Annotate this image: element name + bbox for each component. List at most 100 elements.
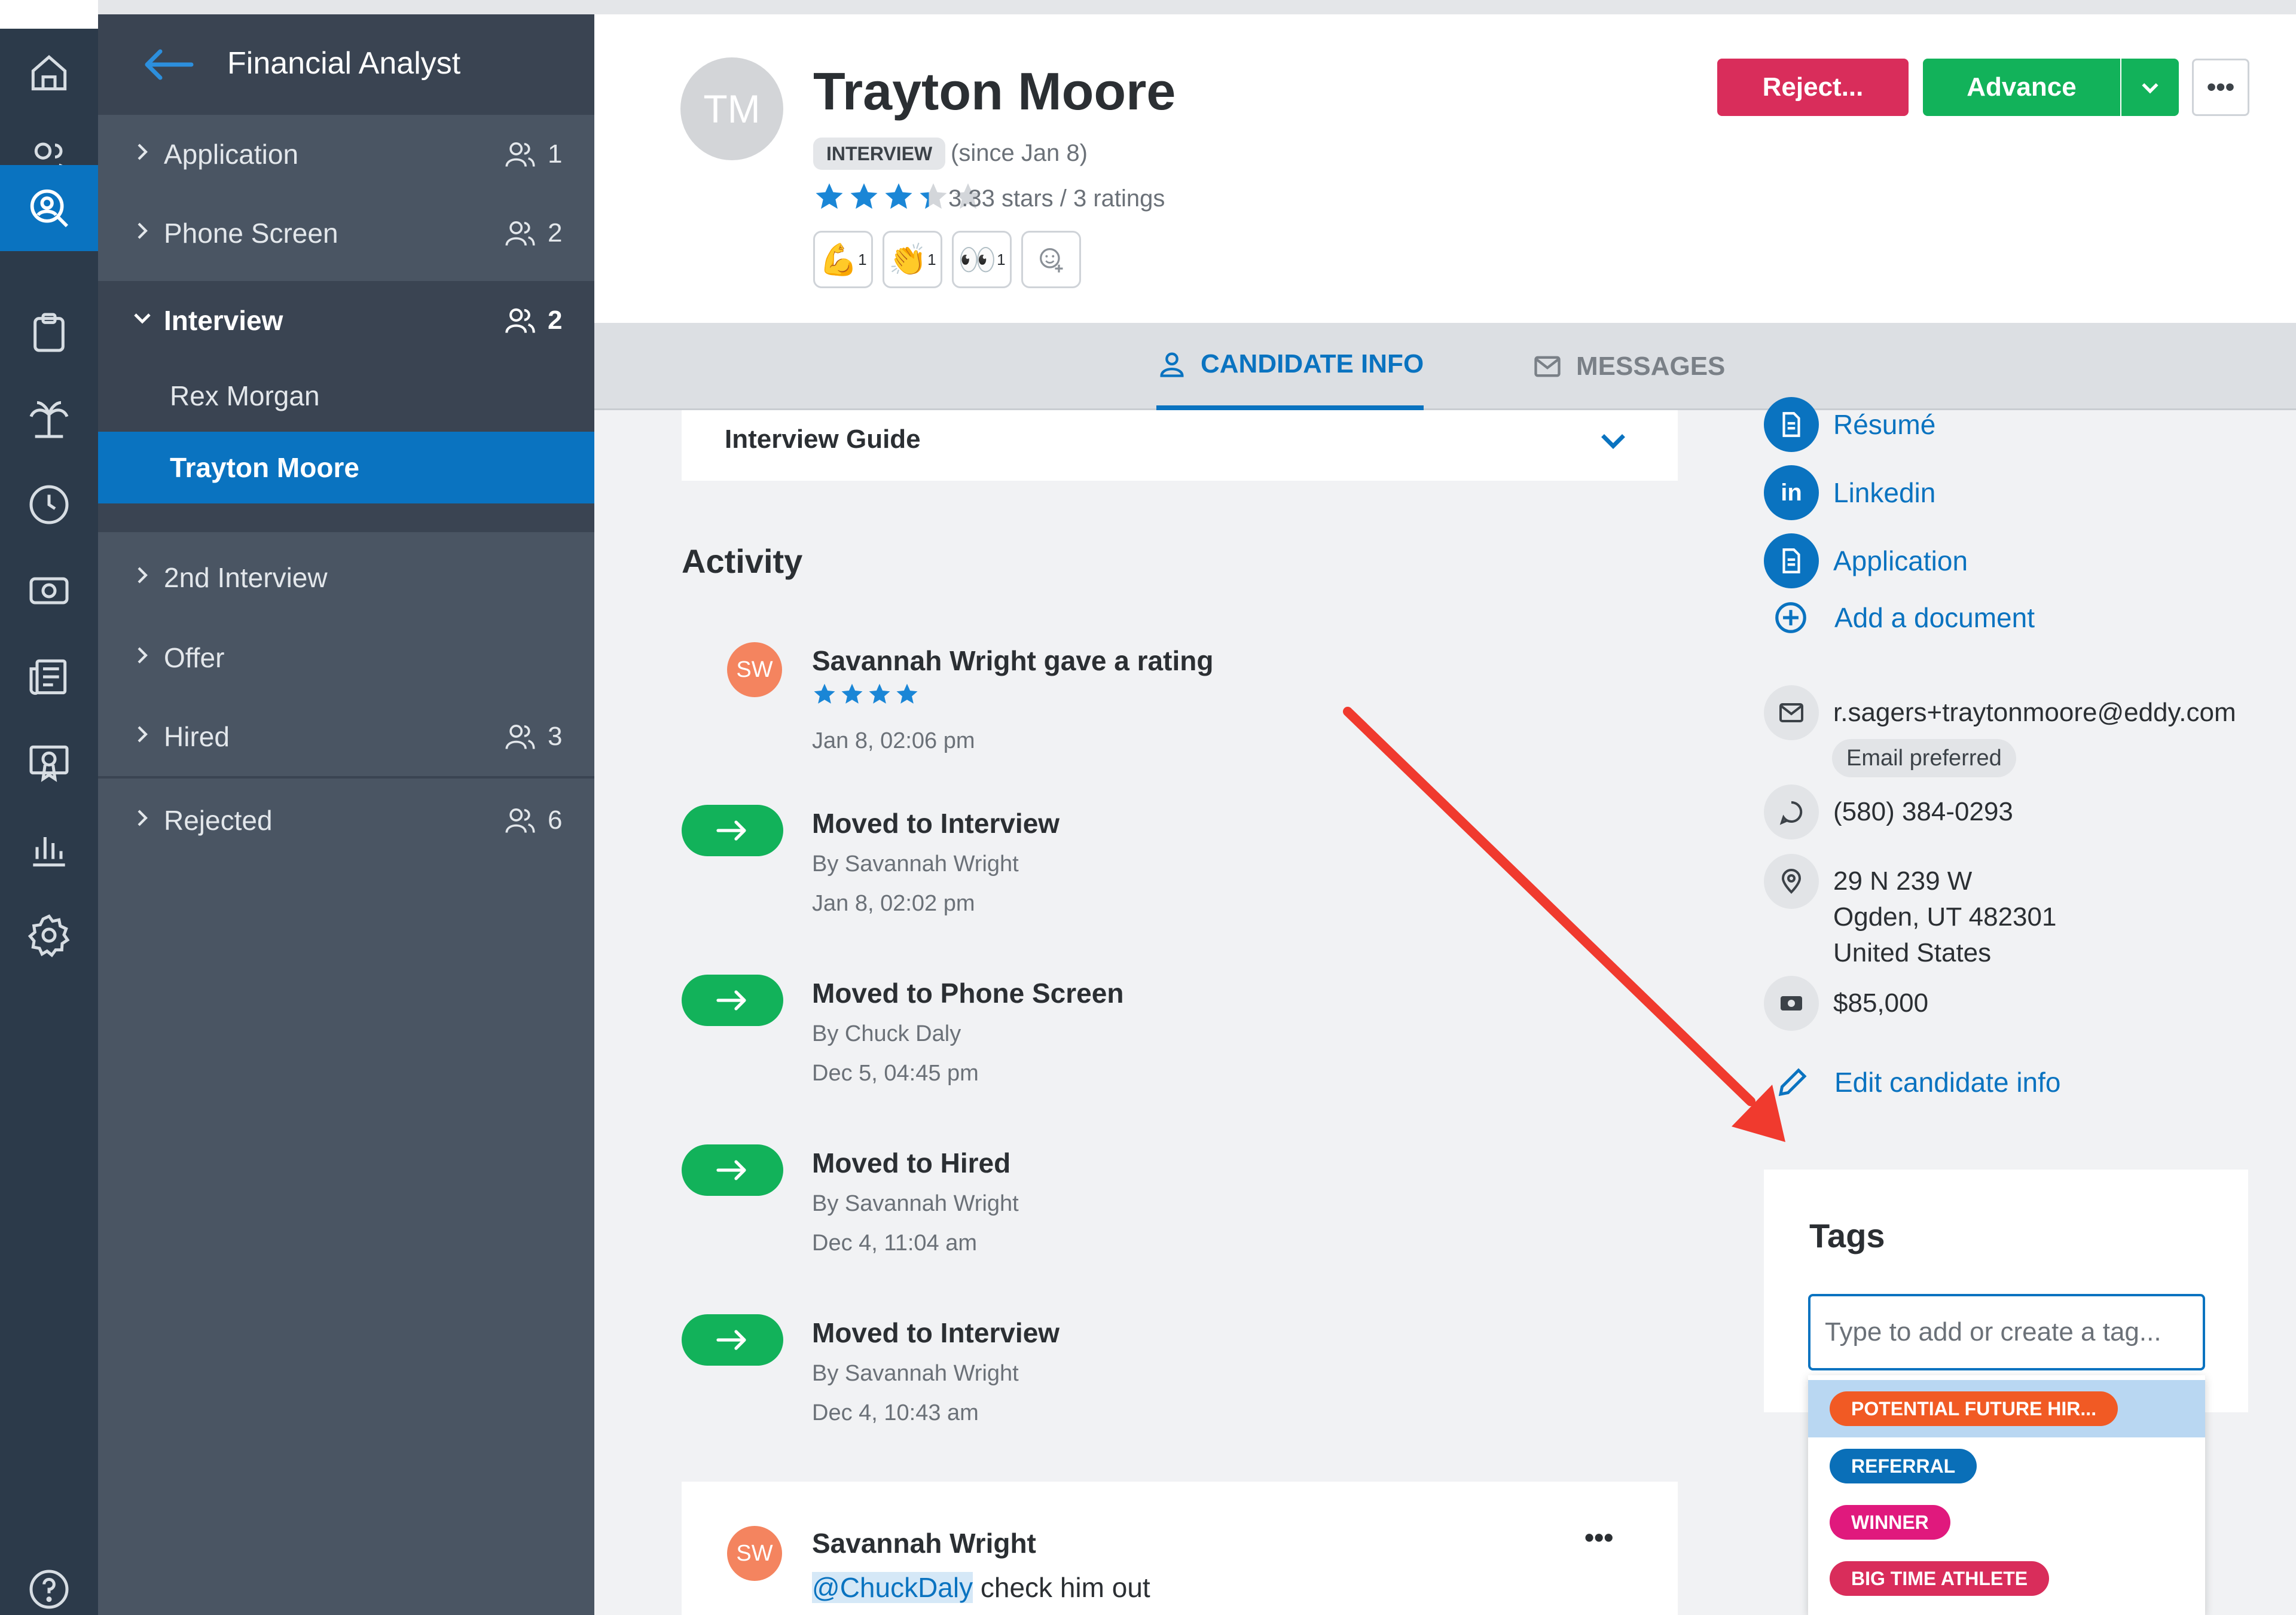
candidate-address: 29 N 239 W Ogden, UT 482301 United State…: [1833, 854, 2056, 971]
tag-pill: POTENTIAL FUTURE HIR...: [1830, 1391, 2118, 1426]
move-arrow-pill: [682, 805, 783, 856]
stage-label: Application: [164, 139, 299, 170]
money-icon[interactable]: [0, 548, 98, 634]
activity-timestamp: Jan 8, 02:06 pm: [812, 728, 975, 753]
candidate-phone[interactable]: (580) 384-0293: [1833, 784, 2013, 839]
award-icon[interactable]: [0, 720, 98, 806]
interview-guide-panel[interactable]: Interview Guide: [682, 410, 1678, 481]
arrow-right-icon: [716, 820, 746, 841]
star-icon: [841, 683, 863, 704]
people-count-icon: [505, 308, 535, 333]
reaction-count: 1: [858, 250, 867, 268]
activity-timestamp: Dec 4, 11:04 am: [812, 1231, 978, 1256]
stage-count: 1: [548, 139, 563, 169]
tag-input[interactable]: [1808, 1294, 2205, 1370]
stage-count: 3: [548, 722, 563, 751]
candidate-search-icon[interactable]: [0, 165, 98, 251]
activity-title: Moved to Hired: [812, 1147, 1011, 1179]
activity-author: By Savannah Wright: [812, 1191, 1019, 1216]
gear-icon[interactable]: [0, 892, 98, 978]
reaction-flexed-biceps[interactable]: 💪 1: [813, 231, 873, 288]
activity-timestamp: Dec 5, 04:45 pm: [812, 1061, 979, 1086]
document-icon: [1764, 397, 1819, 452]
pencil-icon: [1778, 1068, 1807, 1097]
back-arrow-icon[interactable]: [141, 47, 195, 83]
candidate-item-rex-morgan[interactable]: Rex Morgan: [98, 360, 594, 432]
candidate-name: Trayton Moore: [813, 62, 1176, 121]
location-pin-icon: [1764, 854, 1819, 909]
linkedin-icon: in: [1764, 465, 1819, 520]
bar-chart-icon[interactable]: [0, 806, 98, 892]
tab-label: MESSAGES: [1576, 352, 1726, 381]
document-link-resume[interactable]: Résumé: [1764, 396, 1935, 453]
tag-option[interactable]: REFERRAL: [1808, 1437, 2205, 1495]
document-link-linkedin[interactable]: in Linkedin: [1764, 464, 1935, 521]
edit-candidate-info-link[interactable]: Edit candidate info: [1775, 1064, 2061, 1100]
star-icon: [896, 683, 918, 704]
comment-text: check him out: [973, 1572, 1150, 1603]
stage-phone-screen[interactable]: Phone Screen 2: [98, 194, 594, 273]
stage-label: Phone Screen: [164, 218, 338, 249]
interview-group-footer: [98, 503, 594, 532]
arrow-right-icon: [716, 1160, 746, 1180]
candidate-header: TM Trayton Moore INTERVIEW (since Jan 8)…: [594, 14, 2296, 323]
clock-icon[interactable]: [0, 462, 98, 548]
stage-badge: INTERVIEW: [813, 138, 946, 170]
tag-option[interactable]: BIG TIME ATHLETE: [1808, 1550, 2205, 1607]
tag-option[interactable]: POTENTIAL FUTURE HIR...: [1808, 1380, 2205, 1437]
tag-pill: WINNER: [1830, 1505, 1950, 1540]
ratings-summary: 3.33 stars / 3 ratings: [948, 185, 1165, 212]
salary-row: $85,000: [1764, 976, 1928, 1031]
newspaper-icon[interactable]: [0, 634, 98, 720]
clipboard-icon[interactable]: [0, 289, 98, 375]
advance-button[interactable]: Advance: [1923, 59, 2120, 116]
stage-interview[interactable]: Interview 2: [98, 281, 594, 360]
tab-candidate-info[interactable]: CANDIDATE INFO: [1156, 323, 1424, 410]
top-strip: [98, 0, 2296, 14]
reject-button[interactable]: Reject...: [1717, 59, 1909, 116]
address-line: Ogden, UT 482301: [1833, 902, 2057, 932]
mention-link[interactable]: @ChuckDaly: [812, 1572, 973, 1603]
sidebar-divider: [98, 776, 594, 779]
envelope-icon: [1764, 685, 1819, 740]
add-reaction-button[interactable]: [1021, 231, 1081, 288]
candidate-email[interactable]: r.sagers+traytonmoore@eddy.com: [1833, 685, 2236, 740]
tag-option[interactable]: WINNER: [1808, 1494, 2205, 1551]
stage-rejected[interactable]: Rejected 6: [98, 781, 594, 860]
comment-menu-button[interactable]: •••: [1584, 1521, 1613, 1553]
stage-application[interactable]: Application 1: [98, 115, 594, 194]
people-count-icon: [505, 221, 535, 246]
star-icon: [816, 183, 843, 209]
stage-2nd-interview[interactable]: 2nd Interview: [98, 538, 594, 617]
document-label: Linkedin: [1833, 477, 1936, 508]
palm-tree-icon[interactable]: [0, 375, 98, 462]
reaction-eyes[interactable]: 👀 1: [952, 231, 1012, 288]
clapping-hands-icon: 👏: [889, 242, 928, 277]
stage-offer[interactable]: Offer: [98, 618, 594, 697]
activity-author: By Savannah Wright: [812, 1361, 1019, 1386]
activity-author: By Chuck Daly: [812, 1021, 961, 1046]
reaction-count: 1: [927, 250, 936, 268]
add-document-link[interactable]: Add a document: [1772, 599, 2035, 636]
activity-author: By Savannah Wright: [812, 851, 1019, 877]
activity-title: Moved to Interview: [812, 1317, 1060, 1348]
comment-card: SW Savannah Wright ••• @ChuckDaly check …: [682, 1482, 1678, 1615]
more-actions-button[interactable]: •••: [2192, 59, 2249, 116]
reaction-clapping-hands[interactable]: 👏 1: [883, 231, 942, 288]
people-count-icon: [505, 808, 535, 833]
activity-timestamp: Jan 8, 02:02 pm: [812, 891, 975, 916]
advance-dropdown-button[interactable]: [2121, 59, 2179, 116]
email-preferred-badge: Email preferred: [1832, 739, 2016, 777]
candidate-item-trayton-moore[interactable]: Trayton Moore: [98, 432, 594, 503]
star-icon: [920, 183, 947, 209]
icon-rail: [0, 0, 98, 1615]
chevron-down-icon: [1601, 434, 1625, 449]
chevron-right-icon: [138, 222, 148, 239]
candidate-salary: $85,000: [1833, 988, 1929, 1018]
document-link-application[interactable]: Application: [1764, 532, 1968, 590]
tab-messages[interactable]: MESSAGES: [1532, 323, 1725, 410]
stage-hired[interactable]: Hired 3: [98, 697, 594, 776]
plus-circle-icon: [1775, 602, 1806, 633]
home-icon[interactable]: [0, 30, 98, 116]
help-icon[interactable]: [0, 1546, 98, 1615]
